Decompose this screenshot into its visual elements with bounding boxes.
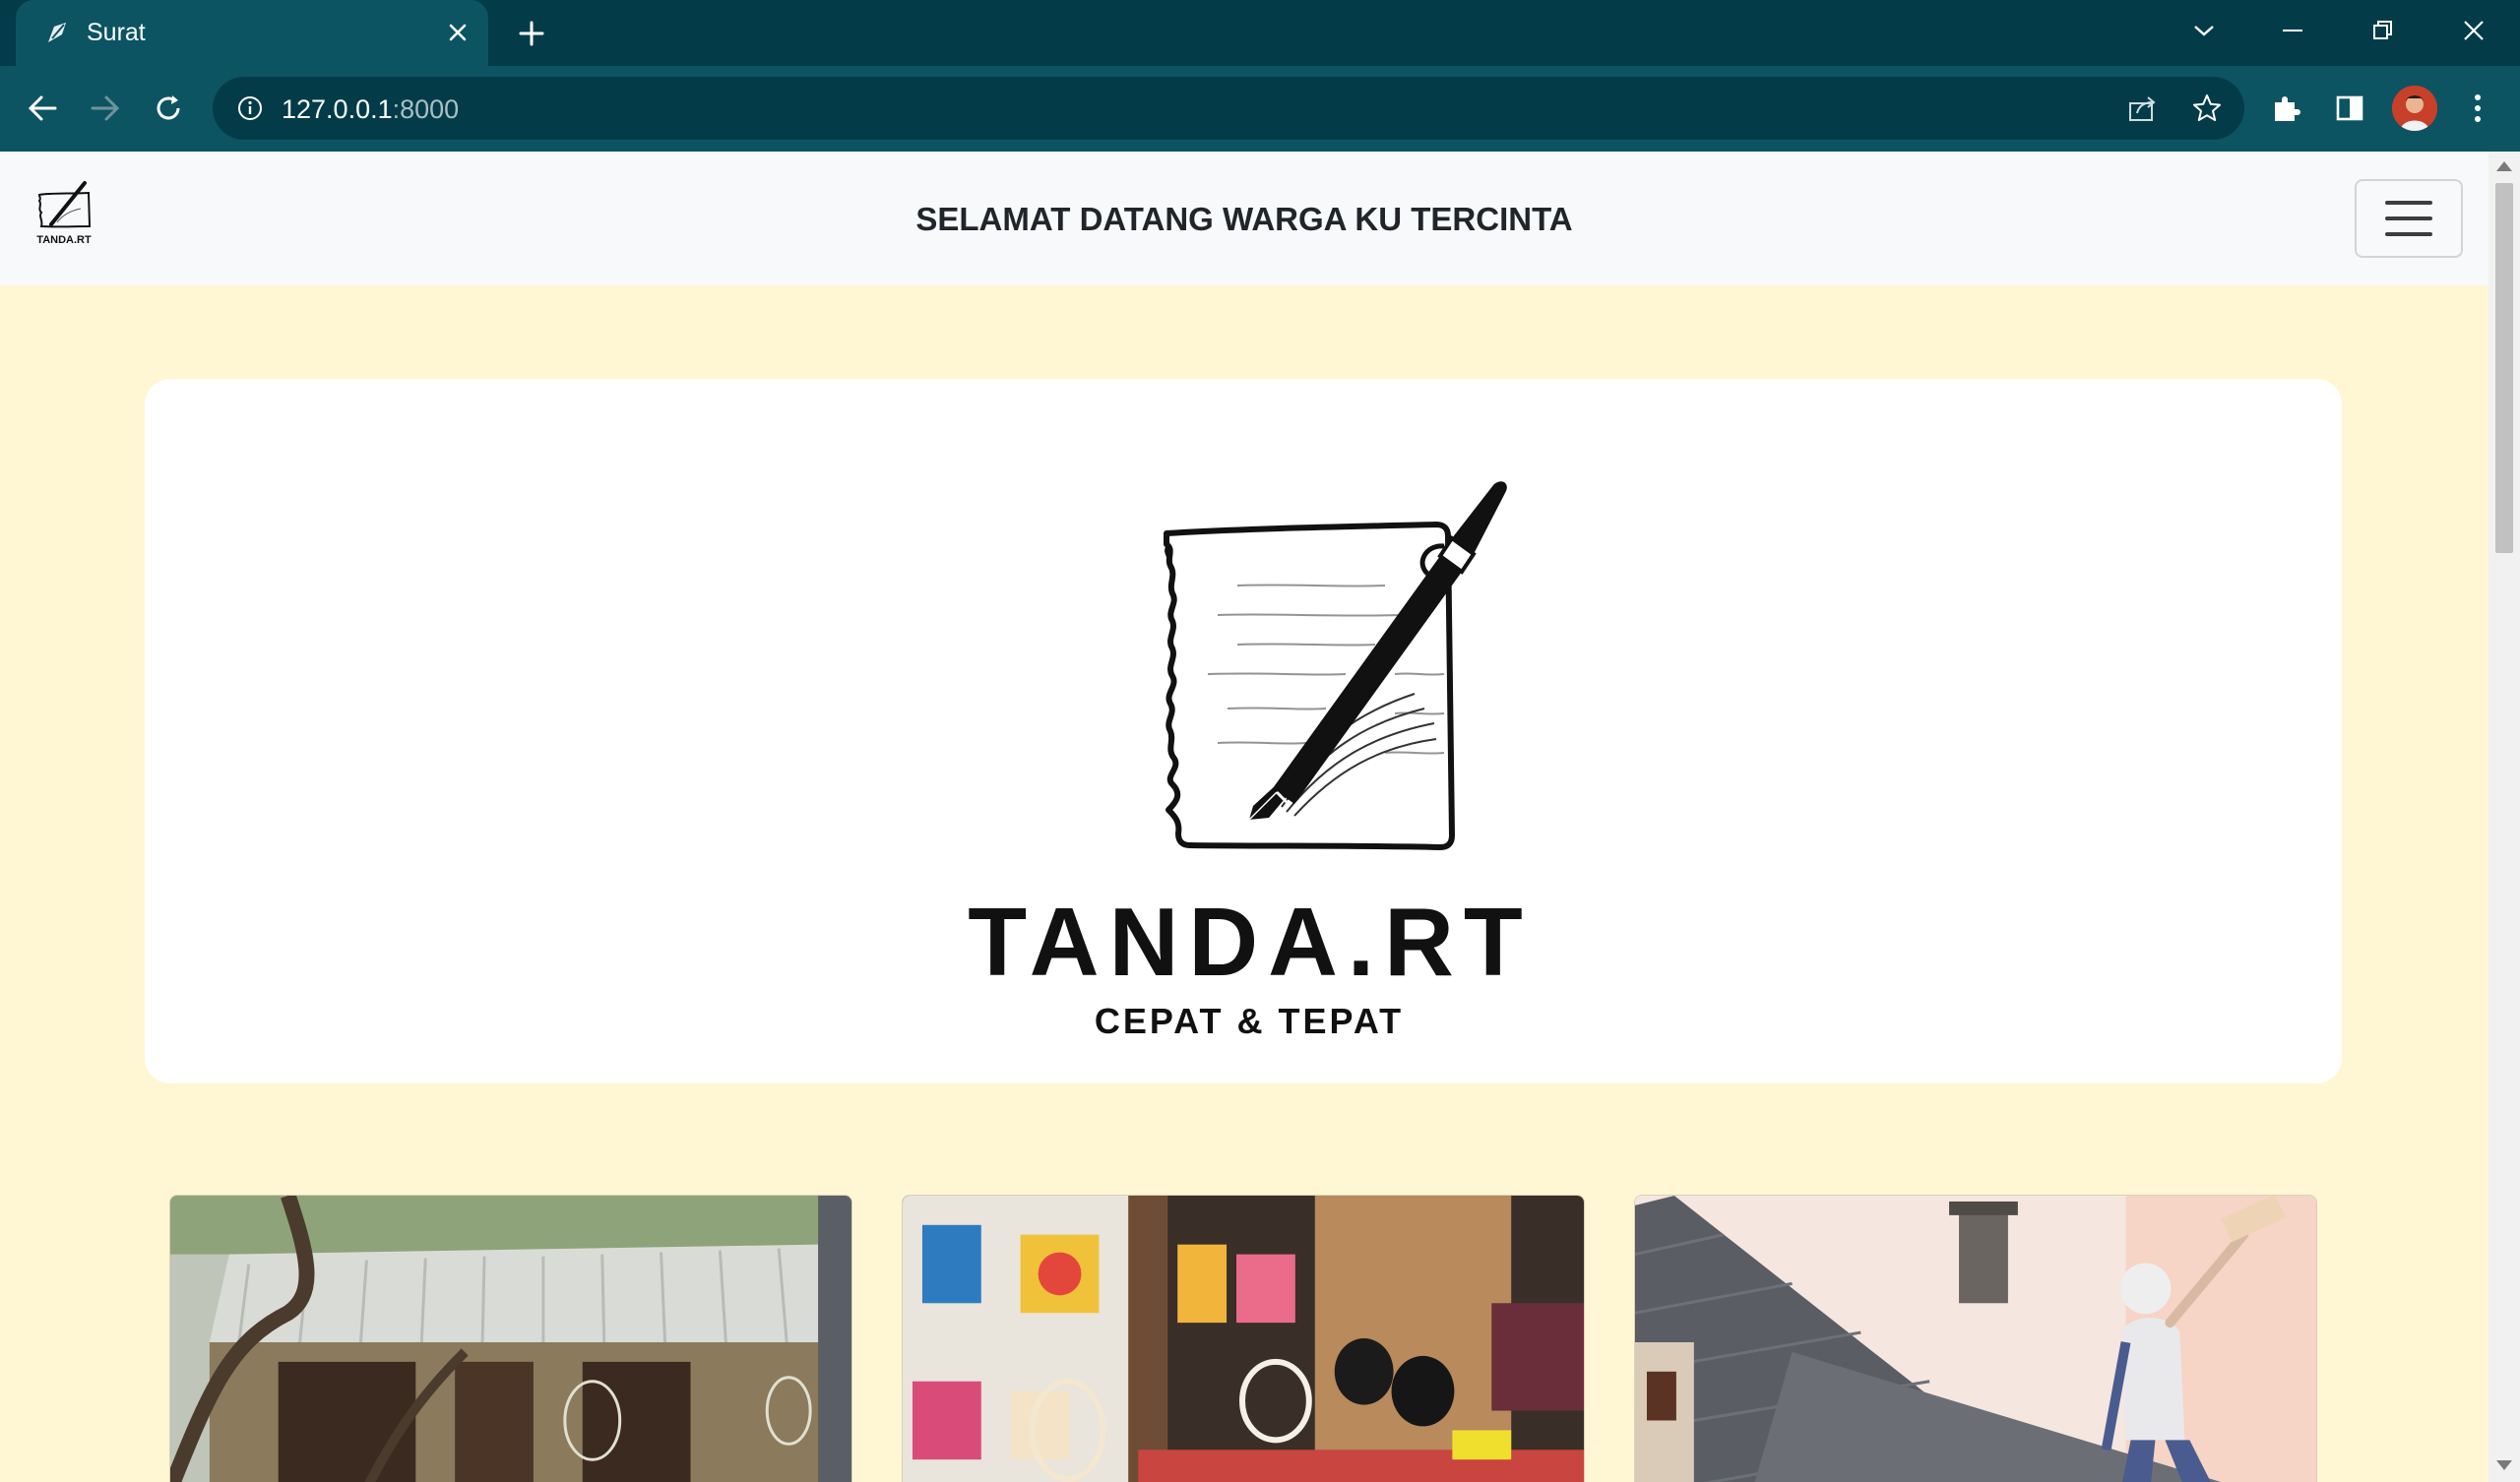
roof-worker-photo-image: [1635, 1196, 2316, 1482]
tab-title: Surat: [87, 19, 146, 46]
extensions-puzzle-icon[interactable]: [2264, 86, 2309, 131]
feature-card-3[interactable]: [1634, 1195, 2317, 1482]
house-photo-image: [170, 1196, 851, 1482]
url-port: :8000: [392, 94, 460, 124]
bookmark-star-icon[interactable]: [2187, 89, 2227, 128]
paper-and-pen-logo-image: [1164, 481, 1507, 850]
scroll-down-arrow-icon[interactable]: [2496, 1460, 2512, 1470]
feature-card-1[interactable]: [169, 1195, 852, 1482]
hamburger-menu-button[interactable]: [2355, 179, 2463, 258]
navbar-title: SELAMAT DATANG WARGA KU TERCINTA: [915, 201, 1573, 237]
site-info-icon[interactable]: [232, 91, 268, 126]
scrollbar-thumb[interactable]: [2495, 183, 2513, 553]
browser-tab[interactable]: Surat: [16, 0, 488, 66]
scroll-up-arrow-icon[interactable]: [2496, 161, 2512, 171]
side-panel-icon[interactable]: [2327, 86, 2372, 131]
hero-tagline: CEPAT & TEPAT: [1094, 1001, 1405, 1041]
url-host: 127.0.0.1: [282, 94, 393, 124]
favicon-icon: [41, 16, 75, 49]
share-icon[interactable]: [2122, 89, 2162, 128]
browser-toolbar: 127.0.0.1:8000: [0, 66, 2520, 152]
hamburger-line: [2385, 201, 2432, 205]
profile-avatar[interactable]: [2392, 86, 2437, 131]
hamburger-line: [2385, 232, 2432, 236]
browser-tab-strip: Surat: [0, 0, 2520, 66]
craft-shop-photo-image: [903, 1196, 1584, 1482]
page-scrollbar[interactable]: [2488, 152, 2520, 1482]
back-arrow-icon[interactable]: [18, 84, 67, 133]
page-viewport: TANDA.RT SELAMAT DATANG WARGA KU TERCINT…: [0, 152, 2488, 1482]
restore-icon[interactable]: [2359, 8, 2408, 53]
address-bar[interactable]: 127.0.0.1:8000: [213, 77, 2244, 140]
browser-menu-dots-icon[interactable]: [2455, 86, 2500, 131]
window-close-icon[interactable]: [2449, 8, 2498, 53]
hamburger-line: [2385, 216, 2432, 220]
new-tab-plus-icon[interactable]: [512, 14, 551, 53]
site-navbar: TANDA.RT SELAMAT DATANG WARGA KU TERCINT…: [0, 152, 2488, 285]
forward-arrow-icon[interactable]: [81, 84, 130, 133]
url-text[interactable]: 127.0.0.1:8000: [282, 94, 459, 125]
hero-brand-name: TANDA.RT: [968, 888, 1533, 996]
close-icon[interactable]: [439, 14, 476, 51]
reload-icon[interactable]: [144, 84, 193, 133]
feature-card-2[interactable]: [902, 1195, 1585, 1482]
hero-logo-card: TANDA.RT CEPAT & TEPAT: [145, 379, 2342, 1083]
minimize-icon[interactable]: [2268, 8, 2317, 53]
tab-search-chevron-down-icon[interactable]: [2179, 8, 2229, 53]
